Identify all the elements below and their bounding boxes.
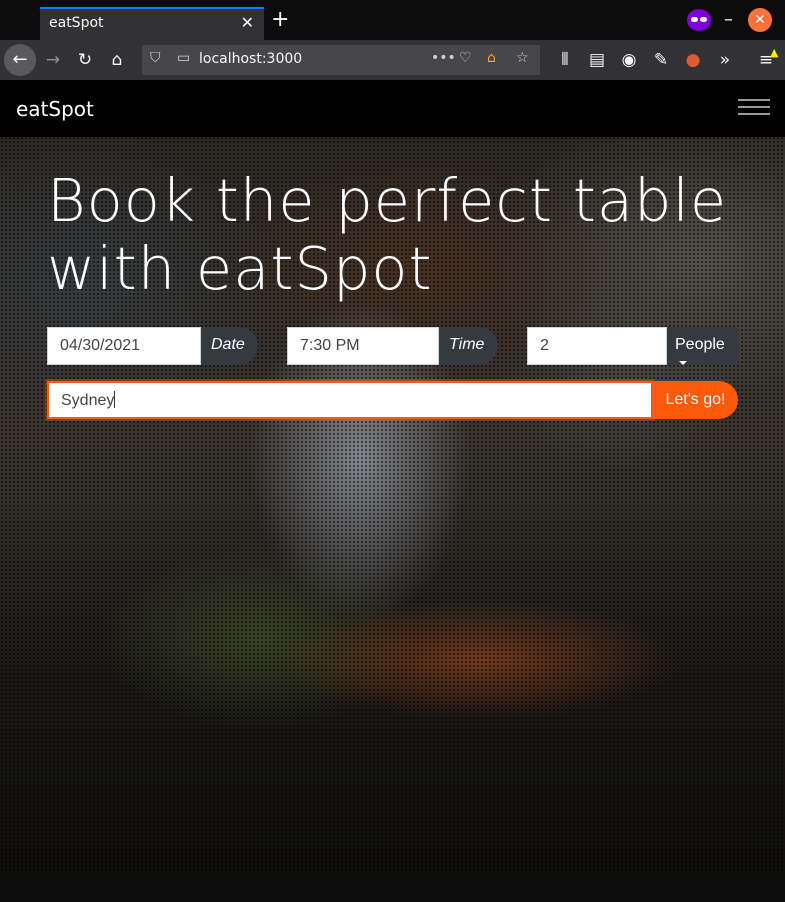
- hamburger-menu-icon[interactable]: [738, 94, 770, 122]
- new-tab-icon[interactable]: +: [271, 9, 289, 31]
- browser-toolbar: ← → ↻ ⌂ ⛉ ▭ localhost:3000 ••• ♡ ⌂ ☆ ⫴ ▤…: [0, 40, 785, 80]
- shield-icon[interactable]: ⛉: [150, 50, 161, 66]
- lets-go-button[interactable]: Let's go!: [653, 381, 738, 419]
- extension-icon[interactable]: ✎: [649, 48, 673, 72]
- time-input[interactable]: 7:30 PM: [287, 327, 439, 365]
- caret-down-icon: [679, 360, 687, 365]
- sidebar-icon[interactable]: ▤: [585, 48, 609, 72]
- text-cursor: [114, 391, 116, 408]
- site-navbar: eatSpot: [0, 80, 785, 137]
- page-viewport: eatSpot Book the perfect table with eatS…: [0, 80, 785, 876]
- people-count-input[interactable]: 2: [527, 327, 667, 365]
- date-addon-label: Date: [201, 327, 258, 365]
- people-dropdown-button[interactable]: People: [667, 327, 739, 365]
- headline-line-1: Book the perfect table: [47, 166, 728, 235]
- hero-headline: Book the perfect table with eatSpot: [47, 167, 747, 303]
- page-info-icon[interactable]: ▭: [177, 50, 190, 66]
- account-icon[interactable]: ◉: [617, 48, 641, 72]
- bookmark-star-icon[interactable]: ☆: [516, 50, 529, 66]
- forward-icon[interactable]: →: [41, 48, 65, 72]
- time-addon-label: Time: [439, 327, 498, 365]
- warning-icon: ▲: [770, 46, 779, 59]
- private-browsing-icon: [687, 9, 711, 31]
- headline-line-2: with eatSpot: [47, 234, 433, 303]
- pocket-icon[interactable]: ♡: [459, 50, 472, 66]
- tab-close-icon[interactable]: ✕: [241, 13, 254, 32]
- url-bar[interactable]: ⛉ ▭ localhost:3000 ••• ♡ ⌂ ☆: [142, 45, 540, 75]
- browser-tab-bar: eatSpot ✕ + – ✕: [0, 0, 785, 40]
- date-input[interactable]: 04/30/2021: [47, 327, 201, 365]
- minimize-icon[interactable]: –: [724, 9, 733, 30]
- home-extension-icon[interactable]: ⌂: [487, 50, 496, 66]
- window-close-icon[interactable]: ✕: [748, 8, 772, 32]
- bottom-strip: [0, 876, 785, 902]
- reload-icon[interactable]: ↻: [73, 48, 97, 72]
- tab-title: eatSpot: [49, 15, 104, 31]
- browser-tab[interactable]: eatSpot ✕: [40, 7, 264, 40]
- library-icon[interactable]: ⫴: [553, 48, 577, 72]
- duckduckgo-icon[interactable]: ●: [681, 48, 705, 72]
- url-text[interactable]: localhost:3000: [199, 51, 302, 67]
- page-actions-icon[interactable]: •••: [431, 50, 456, 66]
- brand-logo[interactable]: eatSpot: [16, 97, 94, 121]
- overflow-icon[interactable]: »: [713, 48, 737, 72]
- back-icon[interactable]: ←: [4, 44, 36, 76]
- home-icon[interactable]: ⌂: [105, 48, 129, 72]
- people-dropdown-label: People: [675, 336, 725, 353]
- location-value: Sydney: [61, 392, 115, 409]
- location-input[interactable]: Sydney: [47, 381, 653, 419]
